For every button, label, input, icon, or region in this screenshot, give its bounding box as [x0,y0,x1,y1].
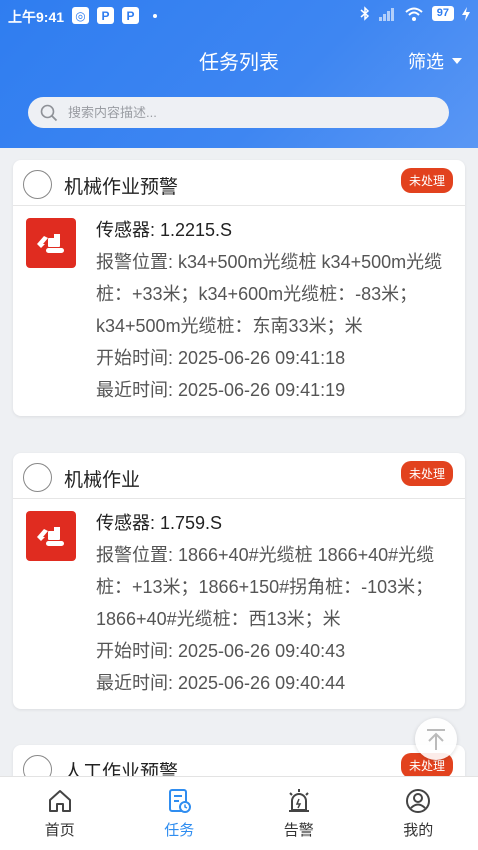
header: 上午9:41 ◎ P P 97 任务列表 筛选 [0,0,478,148]
tab-alarm[interactable]: 告警 [239,777,359,850]
search-bar[interactable] [28,97,449,128]
card-header: 机械作业 未处理 [13,453,465,499]
status-time: 上午9:41 [8,9,65,25]
task-card[interactable]: 机械作业 未处理 传感器: 1.759.S 报警位置: 1866+40#光缆桩 … [13,453,465,709]
select-checkbox[interactable] [23,755,52,776]
tab-alarm-label: 告警 [283,822,314,839]
task-card[interactable]: 机械作业预警 未处理 传感器: 1.2215.S 报警位置: k34+500m光… [13,160,465,416]
card-title: 人工作业预警 [64,762,179,776]
caret-down-icon [452,58,462,64]
latest-time-text: 最近时间: 2025-06-26 09:41:19 [96,380,346,400]
card-title: 机械作业预警 [64,177,179,198]
alarm-icon [288,789,309,812]
sensor-text: 传感器: 1.759.S [96,513,223,533]
sensor-text: 传感器: 1.2215.S [96,220,233,240]
location-text: 报警位置: 1866+40#光缆桩 1866+40#光缆桩：+13米；1866+… [96,545,435,629]
task-icon [169,789,192,813]
tab-profile-label: 我的 [403,822,434,839]
select-checkbox[interactable] [23,170,52,199]
task-card[interactable]: 人工作业预警 未处理 [13,745,465,776]
select-checkbox[interactable] [23,463,52,492]
home-icon [48,790,71,812]
page-title: 任务列表 [199,52,279,74]
bluetooth-icon [360,6,369,21]
arrow-up-icon [427,729,445,750]
filter-button[interactable]: 筛选 [408,48,462,74]
search-input[interactable] [68,105,408,120]
status-badge: 未处理 [400,461,453,486]
task-list[interactable]: 机械作业预警 未处理 传感器: 1.2215.S 报警位置: k34+500m光… [0,148,478,776]
p-app-icon: P [97,7,114,24]
p-app-icon: P [122,7,139,24]
filter-label: 筛选 [408,52,444,72]
battery-icon: 97 [431,6,454,21]
wifi-icon [405,7,423,21]
tab-task-label: 任务 [164,822,195,839]
tab-task[interactable]: 任务 [120,777,240,850]
start-time-text: 开始时间: 2025-06-26 09:41:18 [96,348,346,368]
app-notification-icon: ◎ [72,7,89,24]
back-to-top-button[interactable] [415,718,457,760]
profile-icon [406,789,431,813]
start-time-text: 开始时间: 2025-06-26 09:40:43 [96,641,346,661]
tab-home[interactable]: 首页 [0,777,120,850]
card-body: 传感器: 1.2215.S 报警位置: k34+500m光缆桩 k34+500m… [13,206,465,416]
status-badge: 未处理 [400,168,453,193]
card-title: 机械作业 [64,470,141,491]
status-bar: 上午9:41 ◎ P P 97 [0,0,478,32]
signal-icon [378,7,394,21]
card-header: 机械作业预警 未处理 [13,160,465,206]
charging-icon [462,6,470,21]
tab-home-label: 首页 [44,822,75,839]
bottom-tab-bar: 首页 任务 告警 我的 [0,776,478,850]
more-notifications-icon [153,13,157,18]
location-text: 报警位置: k34+500m光缆桩 k34+500m光缆桩：+33米；k34+6… [96,252,443,336]
excavator-icon [26,511,76,561]
search-icon [40,104,58,121]
card-body: 传感器: 1.759.S 报警位置: 1866+40#光缆桩 1866+40#光… [13,499,465,709]
excavator-icon [26,218,76,268]
latest-time-text: 最近时间: 2025-06-26 09:40:44 [96,673,346,693]
tab-profile[interactable]: 我的 [359,777,478,850]
card-header: 人工作业预警 未处理 [13,745,465,776]
